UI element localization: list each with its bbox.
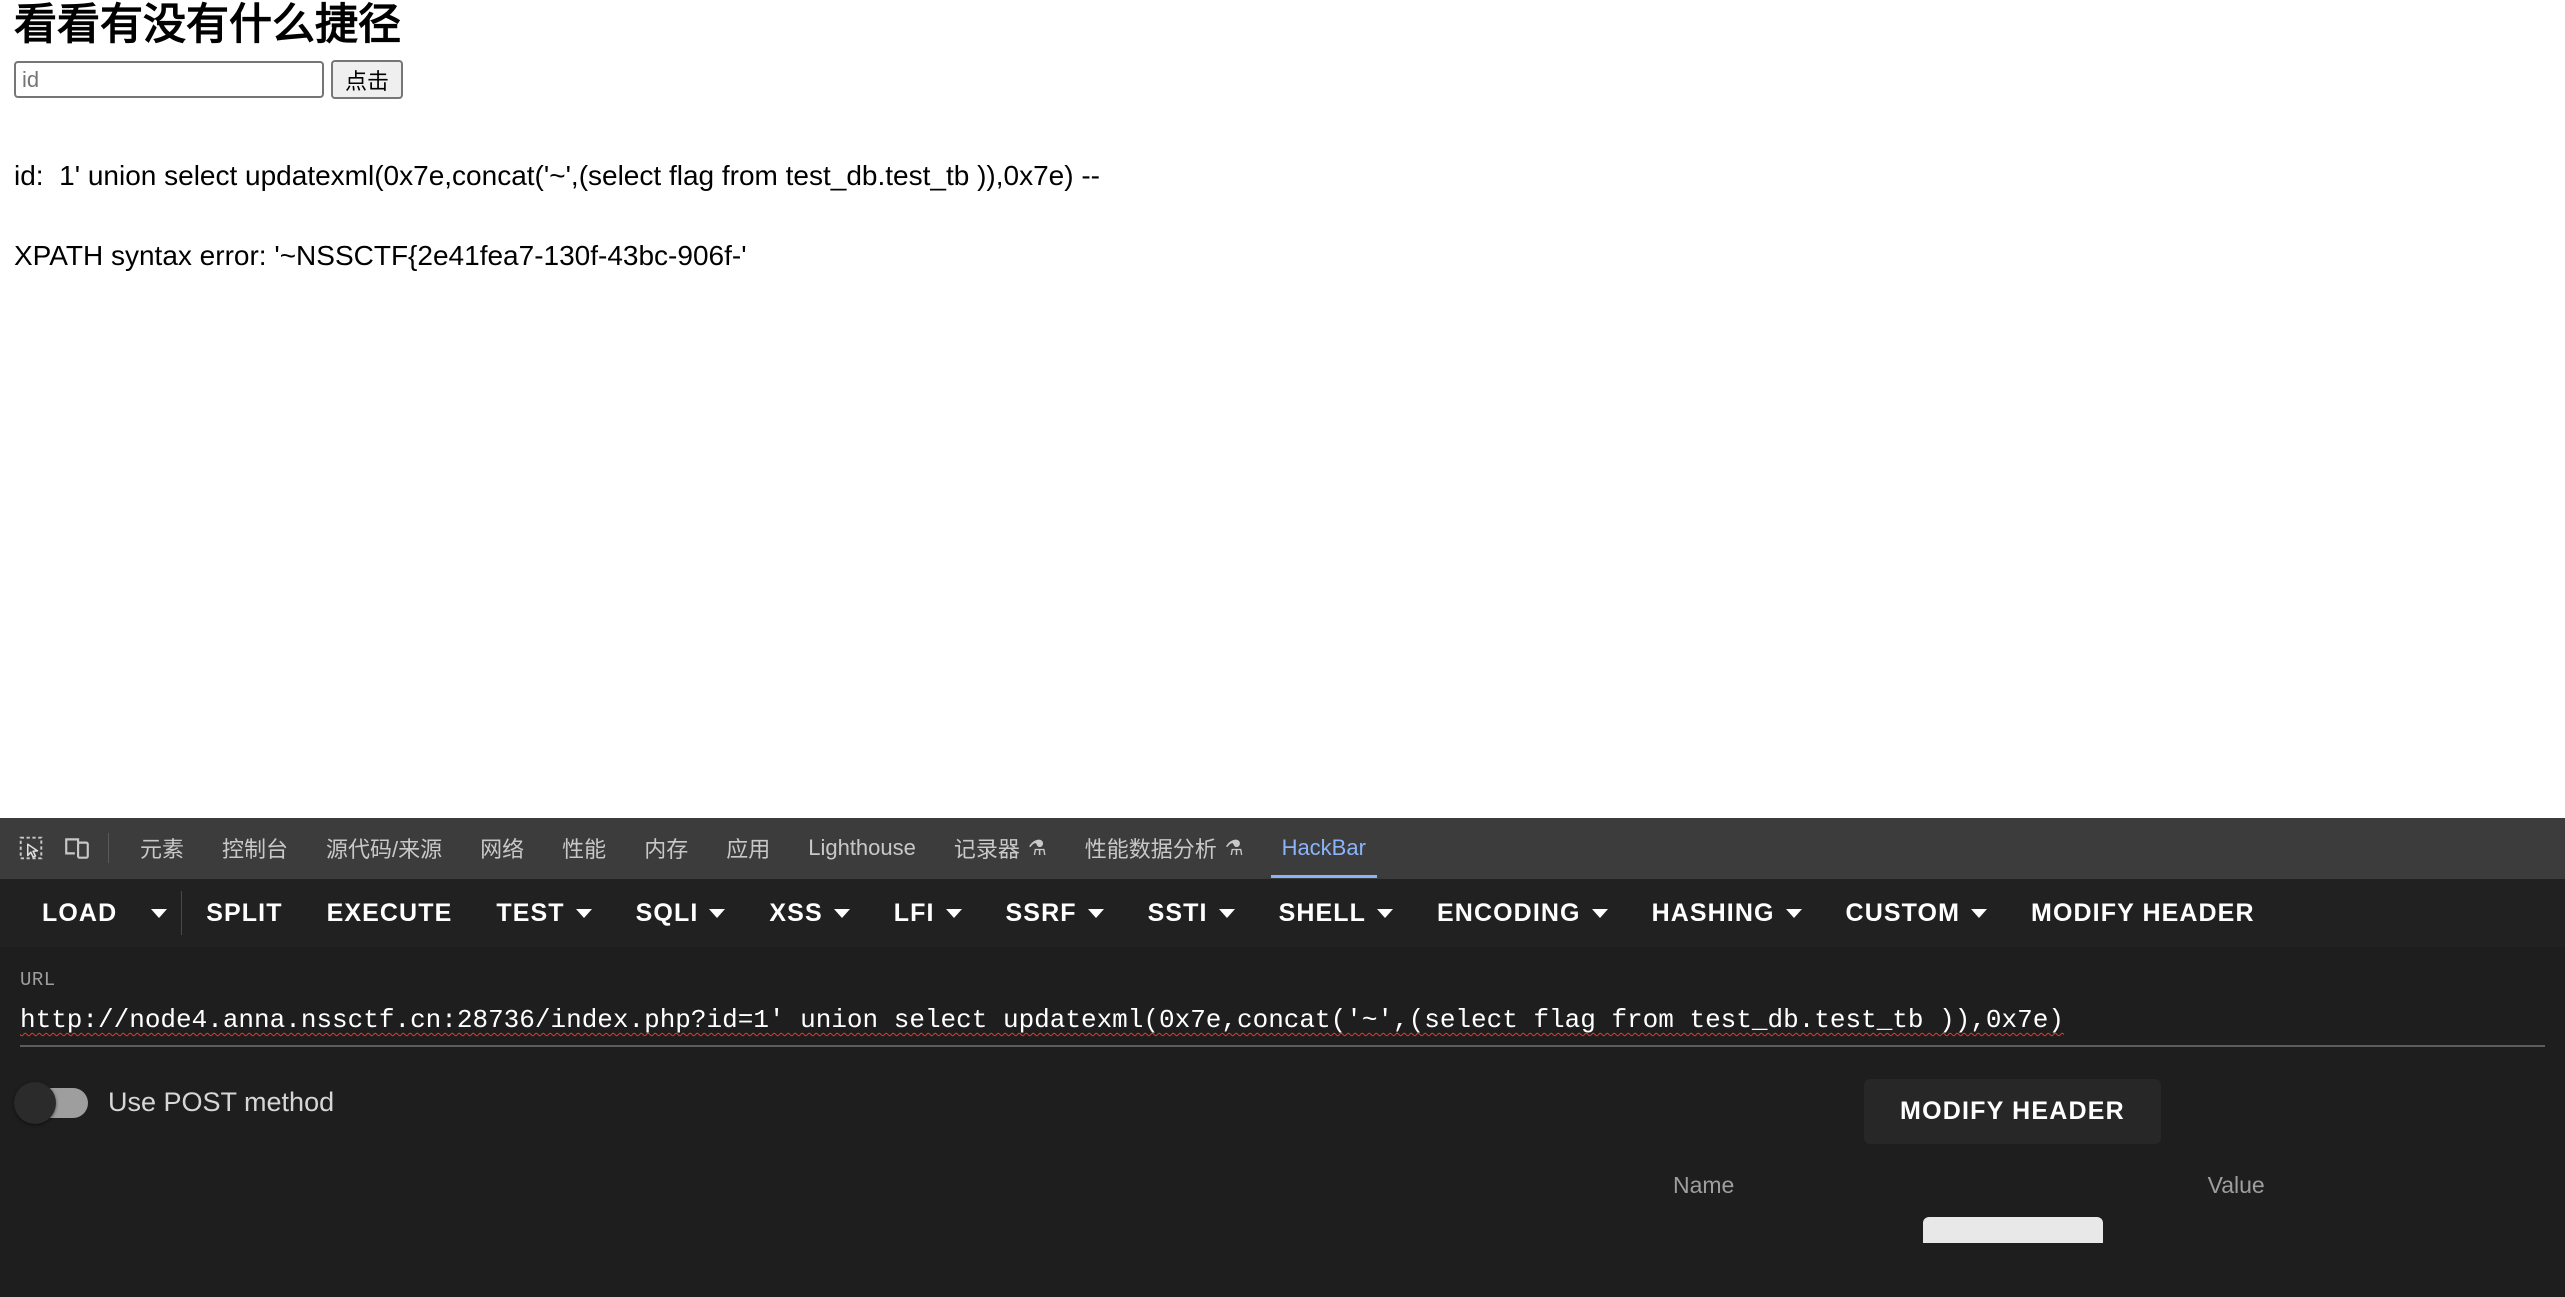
shell-menu-button[interactable]: SHELL <box>1257 889 1415 938</box>
toolbar-divider <box>181 891 182 935</box>
button-label: ENCODING <box>1437 899 1581 928</box>
xss-menu-button[interactable]: XSS <box>747 889 871 938</box>
tab-label: 源代码/来源 <box>326 832 442 864</box>
tab-label: 性能数据分析 <box>1085 832 1217 864</box>
devtools-tabbar: 元素 控制台 源代码/来源 网络 性能 内存 应用 Lighthouse 记录器… <box>0 818 2565 879</box>
tab-memory[interactable]: 内存 <box>625 818 707 878</box>
id-input[interactable] <box>14 61 324 98</box>
header-row-inputs <box>1480 1217 2545 1243</box>
tab-label: 内存 <box>644 832 688 864</box>
chevron-down-icon <box>1088 909 1104 918</box>
url-value: http://node4.anna.nssctf.cn:28736/index.… <box>20 1005 2064 1035</box>
tab-label: 网络 <box>480 832 524 864</box>
header-column-value: Value <box>1927 1172 2545 1199</box>
execute-button[interactable]: EXECUTE <box>305 889 475 938</box>
tab-network[interactable]: 网络 <box>461 818 543 878</box>
inspect-element-icon[interactable] <box>8 818 54 878</box>
tab-label: 控制台 <box>222 832 288 864</box>
tab-label: 记录器 <box>954 832 1020 864</box>
hackbar-options-row: Use POST method MODIFY HEADER Name Value <box>20 1079 2545 1243</box>
ssrf-menu-button[interactable]: SSRF <box>984 889 1126 938</box>
split-button[interactable]: SPLIT <box>184 889 304 938</box>
load-button[interactable]: LOAD <box>20 889 139 938</box>
hackbar-body: URL http://node4.anna.nssctf.cn:28736/in… <box>0 947 2565 1243</box>
page-title: 看看有没有什么捷径 <box>14 0 2551 48</box>
button-label: SQLI <box>636 899 699 928</box>
chevron-down-icon <box>151 909 167 918</box>
button-label: SSRF <box>1006 899 1077 928</box>
url-input[interactable]: http://node4.anna.nssctf.cn:28736/index.… <box>20 1005 2545 1047</box>
chevron-down-icon <box>1971 909 1987 918</box>
devtools-panel: 元素 控制台 源代码/来源 网络 性能 内存 应用 Lighthouse 记录器… <box>0 818 2565 1297</box>
button-label: LFI <box>894 899 935 928</box>
chevron-down-icon <box>576 909 592 918</box>
hashing-menu-button[interactable]: HASHING <box>1630 889 1824 938</box>
tab-application[interactable]: 应用 <box>707 818 789 878</box>
lfi-menu-button[interactable]: LFI <box>872 889 984 938</box>
url-label: URL <box>20 947 2545 991</box>
modify-header-toolbar-button[interactable]: MODIFY HEADER <box>2009 889 2277 938</box>
chevron-down-icon <box>1786 909 1802 918</box>
header-column-name: Name <box>1480 1172 1927 1199</box>
tab-recorder[interactable]: 记录器 ⚗ <box>935 818 1066 878</box>
chevron-down-icon <box>1219 909 1235 918</box>
tab-label: 性能 <box>562 832 606 864</box>
device-toolbar-icon[interactable] <box>54 818 100 878</box>
modify-header-button[interactable]: MODIFY HEADER <box>1864 1079 2161 1144</box>
test-menu-button[interactable]: TEST <box>474 889 613 938</box>
tab-label: HackBar <box>1282 835 1366 861</box>
tab-performance-insights[interactable]: 性能数据分析 ⚗ <box>1066 818 1263 878</box>
custom-menu-button[interactable]: CUSTOM <box>1824 889 2009 938</box>
use-post-method-row: Use POST method <box>20 1079 1480 1118</box>
button-label: CUSTOM <box>1846 899 1960 928</box>
chevron-down-icon <box>946 909 962 918</box>
button-label: XSS <box>769 899 822 928</box>
tab-elements[interactable]: 元素 <box>121 818 203 878</box>
encoding-menu-button[interactable]: ENCODING <box>1415 889 1630 938</box>
tab-label: 应用 <box>726 832 770 864</box>
toolbar-divider <box>108 833 109 863</box>
load-dropdown-button[interactable] <box>139 899 179 928</box>
result-id-line: id: 1' union select updatexml(0x7e,conca… <box>14 159 2551 193</box>
use-post-method-toggle[interactable] <box>20 1088 88 1118</box>
header-name-input[interactable] <box>1923 1217 2103 1243</box>
flask-icon: ⚗ <box>1225 838 1244 859</box>
result-error-line: XPATH syntax error: '~NSSCTF{2e41fea7-13… <box>14 239 2551 273</box>
header-section: MODIFY HEADER Name Value <box>1480 1079 2545 1243</box>
submit-button[interactable]: 点击 <box>331 60 403 99</box>
hackbar-toolbar: LOAD SPLIT EXECUTE TEST SQLI XSS LFI SSR… <box>0 879 2565 947</box>
button-label: TEST <box>496 899 564 928</box>
tab-performance[interactable]: 性能 <box>543 818 625 878</box>
button-label: SHELL <box>1279 899 1366 928</box>
toggle-knob <box>14 1082 56 1124</box>
tab-lighthouse[interactable]: Lighthouse <box>789 818 935 878</box>
chevron-down-icon <box>1377 909 1393 918</box>
chevron-down-icon <box>834 909 850 918</box>
button-label: SSTI <box>1148 899 1208 928</box>
id-form: 点击 <box>14 60 2551 99</box>
ssti-menu-button[interactable]: SSTI <box>1126 889 1257 938</box>
tab-console[interactable]: 控制台 <box>203 818 307 878</box>
use-post-method-label: Use POST method <box>108 1087 334 1118</box>
sqli-menu-button[interactable]: SQLI <box>614 889 748 938</box>
tab-hackbar[interactable]: HackBar <box>1263 818 1385 878</box>
button-label: HASHING <box>1652 899 1775 928</box>
chevron-down-icon <box>1592 909 1608 918</box>
flask-icon: ⚗ <box>1028 838 1047 859</box>
tab-sources[interactable]: 源代码/来源 <box>307 818 461 878</box>
chevron-down-icon <box>709 909 725 918</box>
web-page-content: 看看有没有什么捷径 点击 id: 1' union select updatex… <box>0 0 2565 818</box>
header-table: Name Value <box>1480 1172 2545 1199</box>
tab-label: Lighthouse <box>808 835 916 861</box>
tab-label: 元素 <box>140 832 184 864</box>
